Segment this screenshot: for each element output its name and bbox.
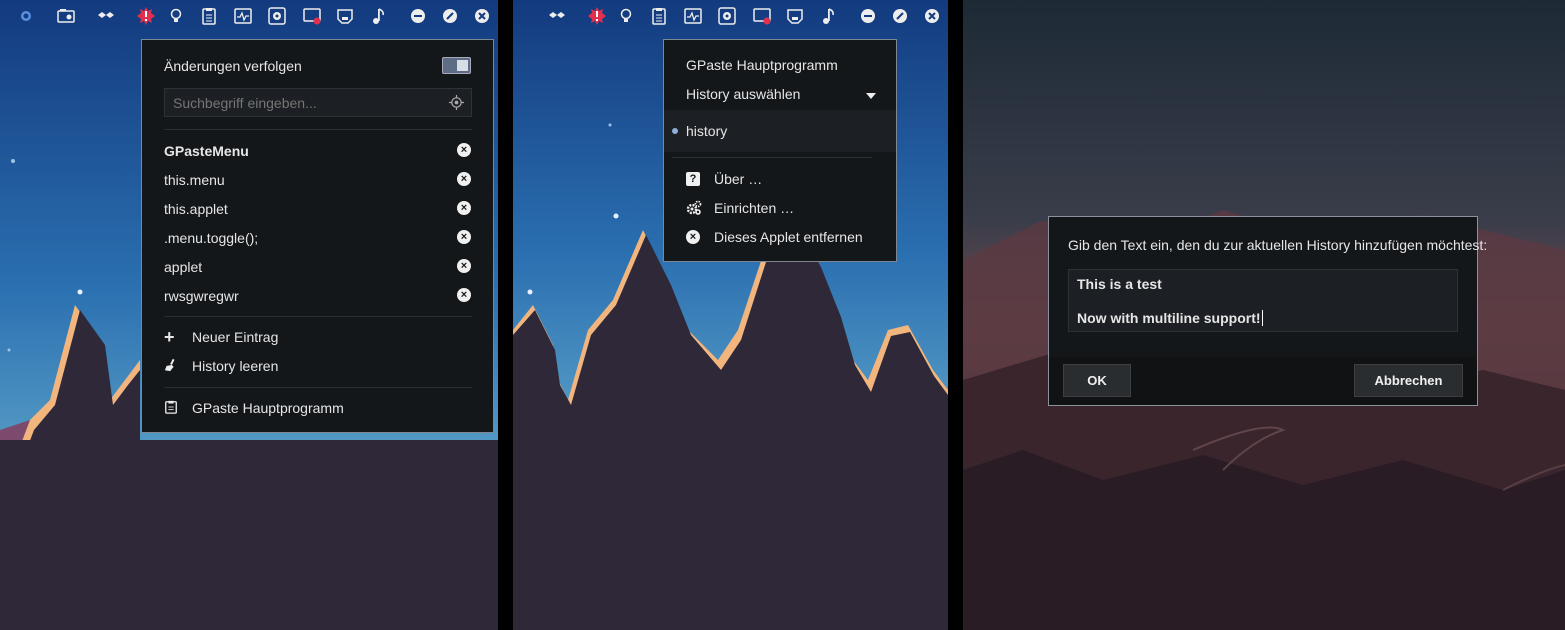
notification-alert-icon[interactable] bbox=[588, 7, 606, 25]
separator bbox=[164, 387, 472, 388]
main-program-label: GPaste Hauptprogramm bbox=[686, 57, 838, 73]
network-tray-icon[interactable] bbox=[786, 7, 804, 25]
network-tray-icon[interactable] bbox=[336, 7, 354, 25]
clear-history-label: History leeren bbox=[192, 358, 279, 374]
text-cursor bbox=[1261, 310, 1263, 326]
file-manager-icon[interactable] bbox=[57, 7, 75, 25]
history-item[interactable]: .menu.toggle(); bbox=[164, 228, 258, 248]
display-notice-icon[interactable] bbox=[753, 7, 771, 25]
configure-label: Einrichten … bbox=[714, 200, 795, 216]
gears-icon bbox=[686, 200, 702, 216]
history-item[interactable]: GPasteMenu bbox=[164, 141, 249, 161]
locate-target-icon[interactable] bbox=[449, 95, 464, 110]
gpaste-context-menu: GPaste Hauptprogramm History auswählen h… bbox=[663, 39, 897, 262]
configure-item[interactable]: Einrichten … bbox=[686, 198, 794, 218]
history-list: history bbox=[664, 110, 896, 152]
cancel-button[interactable]: Abbrechen bbox=[1354, 364, 1463, 397]
menu-orb-icon[interactable] bbox=[17, 7, 35, 25]
select-history-dropdown[interactable]: History auswählen bbox=[686, 83, 876, 105]
history-item-text: this.menu bbox=[164, 172, 225, 188]
history-item[interactable]: rwsgwregwr bbox=[164, 286, 239, 306]
text-line: Now with multiline support! bbox=[1077, 310, 1261, 326]
minimize-icon[interactable] bbox=[859, 7, 877, 25]
new-entry-label: Neuer Eintrag bbox=[192, 329, 279, 345]
separator bbox=[672, 157, 872, 158]
ok-button[interactable]: OK bbox=[1063, 364, 1131, 397]
top-panel bbox=[0, 0, 498, 34]
minimize-icon[interactable] bbox=[409, 7, 427, 25]
history-item-text: GPasteMenu bbox=[164, 143, 249, 159]
separator bbox=[164, 316, 472, 317]
settings-panel-icon[interactable] bbox=[718, 7, 736, 25]
history-item-text: applet bbox=[164, 259, 203, 275]
track-changes-toggle[interactable] bbox=[442, 57, 471, 74]
top-panel bbox=[513, 0, 948, 34]
clipboard-icon[interactable] bbox=[200, 7, 218, 25]
separator bbox=[164, 129, 472, 130]
dropdown-arrow-icon bbox=[866, 86, 876, 102]
music-note-icon[interactable] bbox=[370, 7, 388, 25]
dropbox-icon[interactable] bbox=[548, 7, 566, 25]
main-program-item[interactable]: GPaste Hauptprogramm bbox=[686, 54, 838, 76]
music-note-icon[interactable] bbox=[820, 7, 838, 25]
main-program-item[interactable]: GPaste Hauptprogramm bbox=[164, 398, 344, 418]
text-line: This is a test bbox=[1077, 276, 1162, 292]
history-option[interactable]: history bbox=[672, 120, 727, 142]
about-label: Über … bbox=[714, 171, 763, 187]
system-monitor-icon[interactable] bbox=[234, 7, 252, 25]
notification-alert-icon[interactable] bbox=[137, 7, 155, 25]
select-history-label: History auswählen bbox=[686, 86, 801, 102]
remove-icon: × bbox=[686, 230, 700, 244]
delete-item-icon[interactable]: × bbox=[457, 143, 471, 157]
text-entry-area[interactable]: This is a test Now with multiline suppor… bbox=[1068, 269, 1458, 332]
add-text-dialog: Gib den Text ein, den du zur aktuellen H… bbox=[1048, 216, 1487, 406]
close-window-icon[interactable] bbox=[923, 7, 941, 25]
history-item-text: this.applet bbox=[164, 201, 228, 217]
delete-item-icon[interactable]: × bbox=[457, 288, 471, 302]
system-monitor-icon[interactable] bbox=[684, 7, 702, 25]
main-program-label: GPaste Hauptprogramm bbox=[192, 400, 344, 416]
delete-item-icon[interactable]: × bbox=[457, 172, 471, 186]
track-changes-row[interactable]: Änderungen verfolgen bbox=[164, 55, 302, 77]
track-changes-label: Änderungen verfolgen bbox=[164, 58, 302, 74]
search-input[interactable] bbox=[165, 89, 435, 116]
desktop-panel-2: GPaste Hauptprogramm History auswählen h… bbox=[513, 0, 948, 630]
history-option-label: history bbox=[686, 123, 728, 139]
active-bullet-icon bbox=[672, 128, 678, 134]
broom-icon bbox=[164, 358, 182, 375]
lightbulb-icon[interactable] bbox=[617, 7, 635, 25]
remove-applet-item[interactable]: × Dieses Applet entfernen bbox=[686, 227, 863, 247]
display-notice-icon[interactable] bbox=[303, 7, 321, 25]
desktop-panel-3: Gib den Text ein, den du zur aktuellen H… bbox=[963, 0, 1565, 630]
clear-history-item[interactable]: History leeren bbox=[164, 356, 278, 376]
clipboard-icon bbox=[164, 400, 182, 417]
history-item[interactable]: this.menu bbox=[164, 170, 225, 190]
delete-item-icon[interactable]: × bbox=[457, 201, 471, 215]
delete-item-icon[interactable]: × bbox=[457, 259, 471, 273]
new-entry-item[interactable]: + Neuer Eintrag bbox=[164, 327, 278, 347]
remove-applet-label: Dieses Applet entfernen bbox=[714, 229, 863, 245]
dropbox-icon[interactable] bbox=[97, 7, 115, 25]
history-item-text: .menu.toggle(); bbox=[164, 230, 259, 246]
desktop-panel-1: Änderungen verfolgen GPasteMenu × this.m… bbox=[0, 0, 498, 630]
gpaste-applet-menu: Änderungen verfolgen GPasteMenu × this.m… bbox=[141, 39, 494, 433]
history-item[interactable]: applet bbox=[164, 257, 202, 277]
history-item-text: rwsgwregwr bbox=[164, 288, 239, 304]
delete-item-icon[interactable]: × bbox=[457, 230, 471, 244]
maximize-icon[interactable] bbox=[441, 7, 459, 25]
history-item[interactable]: this.applet bbox=[164, 199, 228, 219]
search-field[interactable] bbox=[164, 88, 472, 117]
clipboard-icon[interactable] bbox=[650, 7, 668, 25]
maximize-icon[interactable] bbox=[891, 7, 909, 25]
lightbulb-icon[interactable] bbox=[167, 7, 185, 25]
dialog-prompt: Gib den Text ein, den du zur aktuellen H… bbox=[1068, 237, 1488, 253]
settings-panel-icon[interactable] bbox=[268, 7, 286, 25]
about-item[interactable]: ? Über … bbox=[686, 169, 762, 189]
close-window-icon[interactable] bbox=[473, 7, 491, 25]
plus-icon: + bbox=[164, 327, 175, 347]
help-icon: ? bbox=[686, 172, 700, 186]
